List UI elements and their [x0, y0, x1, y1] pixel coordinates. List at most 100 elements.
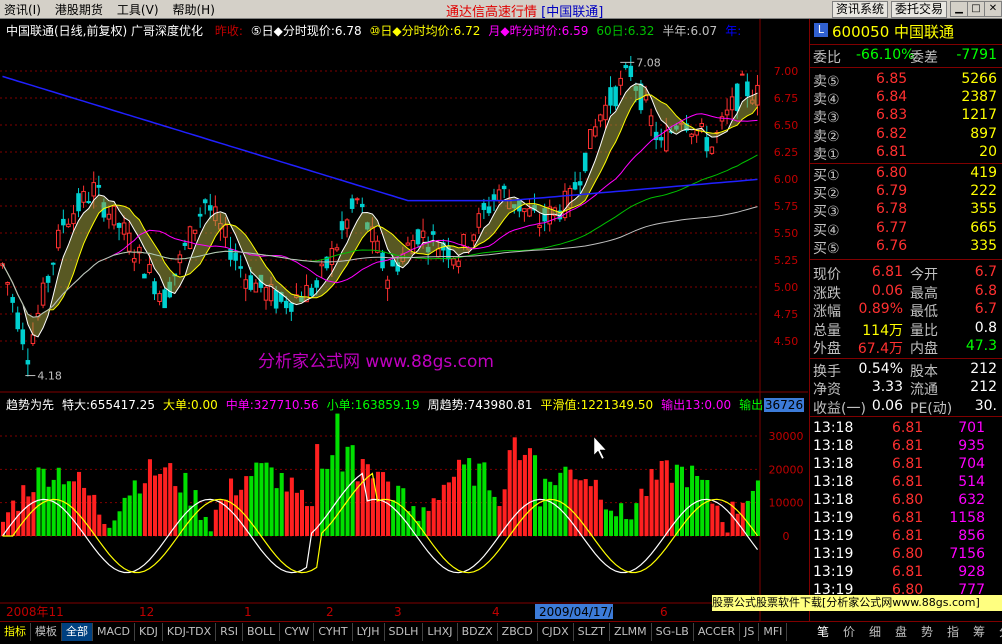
buy-row[interactable]: 买② 6.79 222 [810, 183, 1002, 202]
volume-bar [350, 445, 355, 536]
indicator-tabs: 指标 模板 全部 MACD KDJ KDJ-TDX RSI BOLL CYW CYHT LYJH SD… [0, 623, 788, 641]
indicator-tab[interactable]: CYW [280, 623, 315, 641]
tick-row: 13:19 6.81 928 [813, 564, 985, 580]
candle-body [86, 201, 91, 204]
volume-bar [533, 455, 538, 536]
menu-tools[interactable]: 工具(V) [117, 1, 159, 18]
volume-bar [163, 467, 168, 536]
x-axis-label: 6 [660, 605, 668, 619]
side-tab[interactable]: 细 [862, 623, 888, 641]
ad-banner[interactable]: 股票公式股票软件下载[分析家公式网www.88gs.com] [712, 595, 1002, 611]
candle-body [192, 229, 198, 234]
volume-bar [477, 463, 482, 536]
candle-body [729, 96, 735, 111]
low-label: 4.18 [37, 370, 62, 383]
close-icon[interactable]: ✕ [984, 1, 1002, 17]
indicator-tab[interactable]: ZBCD [498, 623, 538, 641]
candle-body [339, 221, 345, 231]
indicator-tab[interactable]: MFI [759, 623, 788, 641]
price-tick: 7.00 [774, 65, 799, 78]
info-system-button[interactable]: 资讯系统 [832, 1, 889, 18]
indicator-tab[interactable]: 指标 [0, 623, 31, 641]
indicator-tab[interactable]: SDLH [385, 623, 424, 641]
volume-bar [472, 485, 477, 536]
stat-row: 换手 0.54% 股本 212 [813, 360, 997, 380]
volume-bar [203, 516, 208, 536]
indicator-tab[interactable]: 模板 [31, 623, 62, 641]
menu-hk-futures[interactable]: 港股期货 [55, 1, 103, 18]
ma-legend: 昨收: ⑤日◆分时现价:6.78 ⑩日◆分时均价:6.72 月◆昨分时价:6.59 60… [207, 24, 741, 38]
weibi-row: 委比 -66.10% 委差 -7791 [813, 47, 997, 66]
volume-bar [112, 520, 117, 536]
buy-row[interactable]: 买⑤ 6.76 335 [810, 238, 1002, 257]
indicator-tab[interactable]: JS [740, 623, 760, 641]
menu-info[interactable]: 资讯(I) [4, 1, 41, 18]
buy-row[interactable]: 买④ 6.77 665 [810, 220, 1002, 239]
side-tab[interactable]: 势 [914, 623, 940, 641]
volume-bar [107, 527, 112, 536]
sell-row[interactable]: 卖② 6.82 897 [810, 126, 1002, 145]
volume-bar [451, 476, 456, 536]
buy-row[interactable]: 买① 6.80 419 [810, 165, 1002, 184]
delegate-trade-button[interactable]: 委托交易 [891, 1, 948, 18]
price-tick: 6.00 [774, 173, 799, 186]
indicator-tab[interactable]: BDZX [458, 623, 498, 641]
volume-bar [649, 469, 654, 536]
indicator-item: 平滑值:1221349.50 [540, 398, 654, 412]
sell-row[interactable]: 卖④ 6.84 2387 [810, 89, 1002, 108]
candle-body [81, 190, 86, 203]
candle-body [471, 234, 477, 242]
candle-body [349, 198, 355, 209]
indicator-tab[interactable]: CJDX [538, 623, 574, 641]
side-tab[interactable]: 盘 [888, 623, 914, 641]
sell-row[interactable]: 卖① 6.81 20 [810, 144, 1002, 163]
candle-body [273, 289, 279, 309]
candle-body [598, 114, 603, 122]
indicator-tab[interactable]: SLZT [574, 623, 611, 641]
indicator-tab[interactable]: ACCER [694, 623, 741, 641]
chart-area[interactable]: 7.00 6.75 6.50 6.25 6.00 5.75 5.50 5.25 5.00 4.75… [0, 19, 808, 621]
candle-body [537, 224, 542, 229]
indicator-tab[interactable]: SG-LB [652, 623, 694, 641]
indicator-tab[interactable]: KDJ [135, 623, 163, 641]
minimize-icon[interactable]: ▁ [950, 1, 968, 17]
side-tab[interactable]: 筹 [966, 623, 992, 641]
volume-bar [294, 492, 299, 536]
sell-row[interactable]: 卖⑤ 6.85 5266 [810, 71, 1002, 90]
volume-bar [315, 444, 320, 536]
candle-body [451, 258, 456, 266]
chart-canvas[interactable]: 7.00 6.75 6.50 6.25 6.00 5.75 5.50 5.25 5.00 4.75… [0, 19, 808, 621]
candle-body [390, 260, 395, 267]
indicator-tab[interactable]: RSI [216, 623, 244, 641]
volume-bar [512, 437, 517, 536]
sell-row[interactable]: 卖③ 6.83 1217 [810, 107, 1002, 126]
volume-bar [674, 464, 679, 536]
candle-body [603, 104, 608, 121]
candle-body [613, 86, 618, 107]
tick-row: 13:18 6.80 632 [813, 492, 985, 508]
side-tab[interactable]: 价 [836, 623, 862, 641]
buy-row[interactable]: 买③ 6.78 355 [810, 201, 1002, 220]
maximize-icon[interactable]: □ [967, 1, 985, 17]
indicator-tab[interactable]: ZLMM [610, 623, 652, 641]
side-tab[interactable]: 指 [940, 623, 966, 641]
candle-body [20, 329, 26, 345]
volume-bar [249, 476, 254, 536]
indicator-tab[interactable]: MACD [93, 623, 135, 641]
candle-body [40, 282, 46, 306]
side-tab[interactable]: 笔 [810, 623, 836, 641]
volume-bar [284, 491, 289, 536]
indicator-tab[interactable]: KDJ-TDX [163, 623, 217, 641]
indicator-tab[interactable]: 全部 [62, 623, 93, 641]
volume-bar [634, 503, 639, 536]
volume-bar [401, 488, 406, 536]
menu-help[interactable]: 帮助(H) [173, 1, 215, 18]
indicator-tab[interactable]: BOLL [243, 623, 281, 641]
indicator-tab[interactable]: LHXJ [423, 623, 458, 641]
side-tab[interactable]: 分 [992, 623, 1002, 641]
legend-item: 昨收: [214, 24, 243, 38]
indicator-tab[interactable]: CYHT [314, 623, 353, 641]
candle-body [572, 182, 578, 190]
candle-body [739, 73, 745, 76]
indicator-tab[interactable]: LYJH [353, 623, 385, 641]
